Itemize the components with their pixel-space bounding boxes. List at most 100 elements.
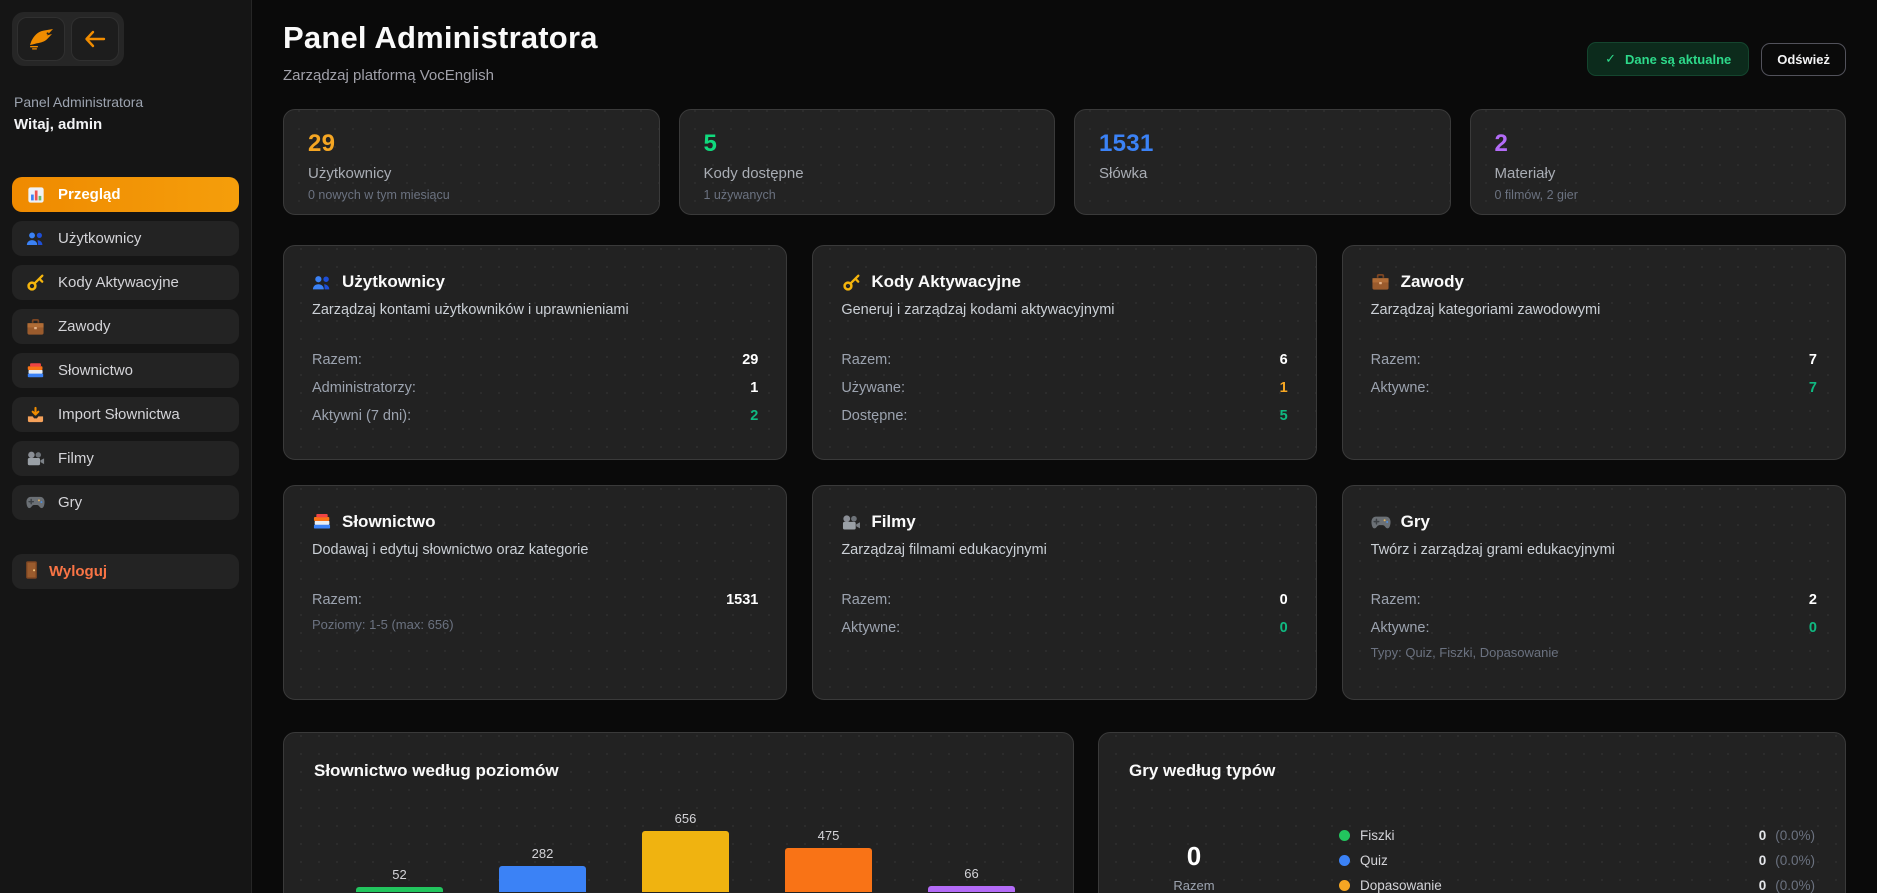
stat-label: Materiały: [1494, 165, 1556, 182]
sidebar-item-u-ytkownicy[interactable]: Użytkownicy: [12, 221, 239, 256]
legend-dot: [1339, 880, 1350, 891]
card-stat-label: Aktywne:: [1370, 380, 1430, 396]
feature-card-kody-aktywacyjne[interactable]: Kody Aktywacyjne Generuj i zarządzaj koda…: [812, 245, 1317, 460]
card-stat-label: Razem:: [841, 592, 892, 608]
card-stat-value: 1531: [726, 592, 759, 608]
stat-label: Kody dostępne: [703, 165, 804, 182]
bar-slot: 475: [757, 828, 900, 892]
bar-chart: 52 282 656 475 66: [314, 791, 1043, 892]
card-title-row: Filmy: [841, 512, 1287, 532]
sidebar-item-gry[interactable]: Gry: [12, 485, 239, 520]
sidebar-item-s-ownictwo[interactable]: Słownictwo: [12, 353, 239, 388]
bar-slot: 66: [900, 866, 1043, 892]
admin-dashboard: Panel Administratora Witaj, admin Przegl…: [0, 0, 1877, 893]
legend-row: Quiz 0 (0.0%): [1339, 852, 1815, 869]
bar-value-label: 52: [392, 867, 407, 882]
legend-percent: (0.0%): [1775, 828, 1815, 843]
card-stat-label: Administratorzy:: [312, 380, 416, 396]
game-controller-icon: [1371, 512, 1391, 532]
vocabulary-levels-chart-card: Słownictwo według poziomów 52 282 656 475 66: [283, 732, 1074, 893]
logout-button[interactable]: Wyloguj: [12, 554, 239, 589]
card-description: Zarządzaj kontami użytkowników i uprawni…: [312, 302, 629, 318]
stat-value: 2: [1494, 130, 1509, 157]
sidebar-item-przegl-d[interactable]: Przegląd: [12, 177, 239, 212]
stat-value: 29: [308, 130, 336, 157]
bar-chart-icon: [26, 185, 45, 204]
bar-chart-title: Słownictwo według poziomów: [314, 761, 559, 780]
card-title: Kody Aktywacyjne: [871, 272, 1021, 291]
legend-row: Fiszki 0 (0.0%): [1339, 827, 1815, 844]
legend-label: Fiszki: [1360, 828, 1395, 843]
welcome-text: Witaj, admin: [14, 116, 103, 133]
pie-chart-title: Gry według typów: [1129, 761, 1276, 780]
bar: [928, 886, 1015, 892]
pie-total-value: 0: [1186, 841, 1202, 871]
card-stats: Razem: 6 Używane: 1 Dostępne: 5: [841, 346, 1287, 430]
stat-value: 5: [703, 130, 718, 157]
card-stats: Razem: 7 Aktywne: 7: [1371, 346, 1817, 402]
card-stat-value: 0: [1808, 620, 1817, 636]
movie-camera-icon: [841, 512, 861, 532]
card-title-row: Słownictwo: [312, 512, 758, 532]
users-icon: [26, 229, 45, 248]
feature-card-zawody[interactable]: Zawody Zarządzaj kategoriami zawodowymi Ra…: [1341, 245, 1846, 460]
sidebar-item-zawody[interactable]: Zawody: [12, 309, 239, 344]
card-title-row: Zawody: [1371, 272, 1817, 292]
key-icon: [26, 273, 45, 292]
legend-percent: (0.0%): [1775, 853, 1815, 868]
sidebar-item-label: Import Słownictwa: [58, 406, 180, 423]
stat-card: 5 Kody dostępne 1 używanych: [678, 109, 1055, 215]
card-stat-row: Aktywne: 7: [1371, 374, 1817, 402]
card-stat-value: 2: [1808, 592, 1817, 608]
card-stat-row: Razem: 1531: [312, 586, 758, 614]
card-stat-value: 7: [1808, 380, 1817, 396]
feature-card-s-ownictwo[interactable]: Słownictwo Dodawaj i edytuj słownictwo or…: [283, 485, 788, 700]
card-stat-row: Aktywni (7 dni): 2: [312, 402, 758, 430]
game-controller-icon: [26, 493, 45, 512]
bar: [356, 887, 443, 892]
card-stat-label: Razem:: [312, 592, 362, 608]
page-title: Panel Administratora: [283, 20, 598, 55]
card-stats: Razem: 29 Administratorzy: 1 Aktywni (7 dni)…: [312, 346, 758, 430]
users-icon: [312, 272, 332, 292]
card-stat-row: Aktywne: 0: [841, 614, 1287, 642]
sidebar-item-import-s-ownictwa[interactable]: Import Słownictwa: [12, 397, 239, 432]
card-stats: Razem: 2 Aktywne: 0: [1371, 586, 1817, 642]
check-icon: ✓: [1605, 51, 1617, 66]
sidebar-item-label: Zawody: [58, 318, 111, 335]
feature-cards-grid: Użytkownicy Zarządzaj kontami użytkownikó…: [283, 245, 1846, 700]
legend-percent: (0.0%): [1775, 878, 1815, 893]
sidebar-item-label: Słownictwo: [58, 362, 134, 379]
card-stat-label: Aktywni (7 dni):: [312, 408, 412, 424]
card-title: Filmy: [871, 512, 916, 531]
briefcase-icon: [26, 317, 45, 336]
sidebar-item-kody-aktywacyjne[interactable]: Kody Aktywacyjne: [12, 265, 239, 300]
eagle-logo-icon[interactable]: [17, 17, 65, 61]
feature-card-filmy[interactable]: Filmy Zarządzaj filmami edukacyjnymi Razem…: [812, 485, 1317, 700]
card-stat-label: Używane:: [841, 380, 905, 396]
game-types-chart-card: Gry według typów 0 Razem Fiszki 0 (0.0%) Qu…: [1098, 732, 1846, 893]
card-stat-label: Dostępne:: [841, 408, 908, 424]
card-stat-label: Aktywne:: [1370, 620, 1430, 636]
stats-row: 29 Użytkownicy 0 nowych w tym miesiącu 5 Kod…: [283, 109, 1846, 215]
card-stat-row: Razem: 0: [841, 586, 1287, 614]
charts-row: Słownictwo według poziomów 52 282 656 475 66…: [283, 732, 1846, 893]
pie-total: 0 Razem: [1129, 841, 1259, 893]
card-stat-value: 0: [1279, 592, 1288, 608]
card-stat-label: Razem:: [1370, 592, 1421, 608]
feature-card-u-ytkownicy[interactable]: Użytkownicy Zarządzaj kontami użytkownikó…: [283, 245, 788, 460]
import-tray-icon: [26, 405, 45, 424]
feature-card-gry[interactable]: Gry Twórz i zarządzaj grami edukacyjnymi R…: [1341, 485, 1846, 700]
refresh-button[interactable]: Odśwież: [1761, 42, 1846, 76]
sidebar-item-filmy[interactable]: Filmy: [12, 441, 239, 476]
stat-label: Użytkownicy: [308, 165, 392, 182]
card-stats: Razem: 1531: [312, 586, 758, 614]
sidebar-item-label: Przegląd: [58, 186, 121, 203]
collapse-sidebar-button[interactable]: [71, 17, 119, 61]
card-stat-row: Razem: 6: [841, 346, 1287, 374]
briefcase-icon: [1371, 272, 1391, 292]
sidebar-panel-label: Panel Administratora: [14, 94, 144, 110]
page-header: Panel Administratora Zarządzaj platformą…: [283, 20, 1846, 84]
main-content: Panel Administratora Zarządzaj platformą…: [252, 0, 1877, 893]
card-stat-row: Razem: 29: [312, 346, 758, 374]
